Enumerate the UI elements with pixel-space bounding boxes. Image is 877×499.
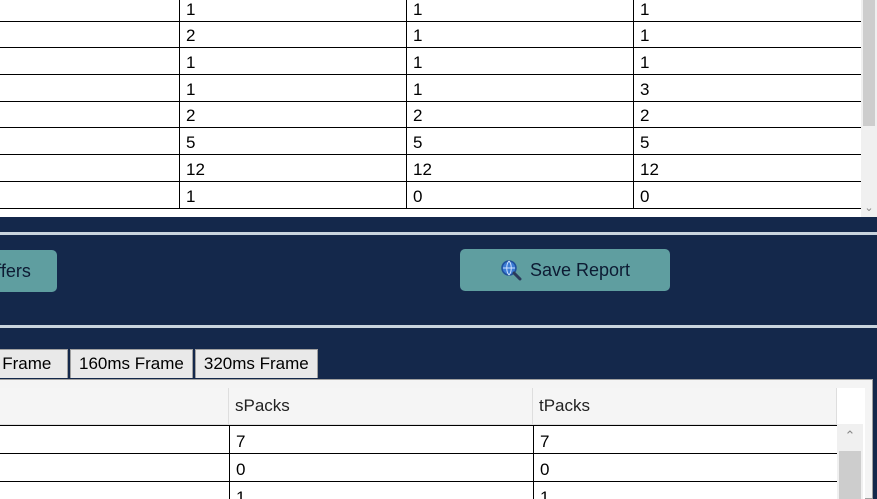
table-cell[interactable]: 1 — [633, 20, 862, 49]
table-row[interactable]: 555 — [0, 127, 862, 156]
bottom-grid-scrollbar[interactable]: ⌃ — [837, 424, 863, 499]
scrollbar-thumb[interactable] — [839, 451, 861, 499]
tab-label: s Frame — [0, 354, 52, 373]
table-cell[interactable]: 2 — [179, 20, 407, 49]
column-header-spacks[interactable]: sPacks — [229, 388, 533, 425]
table-cell[interactable] — [0, 0, 180, 22]
tab-label: 160ms Frame — [79, 354, 184, 373]
table-cell[interactable] — [0, 425, 230, 454]
table-cell[interactable]: 1 — [406, 20, 634, 49]
table-cell[interactable]: 12 — [406, 154, 634, 182]
header-label: sPacks — [235, 396, 290, 415]
table-cell[interactable]: 1 — [179, 74, 407, 102]
tab-320ms-frame[interactable]: 320ms Frame — [194, 349, 318, 378]
separator-band — [0, 217, 877, 233]
divider-line — [0, 325, 877, 328]
table-cell[interactable] — [0, 20, 180, 49]
table-cell[interactable]: 1 — [406, 74, 634, 102]
table-cell[interactable] — [0, 47, 180, 76]
table-cell[interactable]: 7 — [229, 425, 534, 454]
buffers-button[interactable]: ffers — [0, 250, 57, 292]
tab-80ms-frame[interactable]: s Frame — [0, 349, 68, 378]
table-cell[interactable]: 12 — [633, 154, 862, 182]
table-cell[interactable]: 1 — [633, 0, 862, 22]
table-row[interactable]: 211 — [0, 20, 862, 49]
top-data-grid: 1 1 1 2 1 1 1 1 1 1 1 3 2 2 2 5 5 5 12 12 12 1 0 0 — [0, 0, 877, 217]
table-cell[interactable]: 12 — [179, 154, 407, 182]
top-grid-scrollbar[interactable]: ⌄ — [861, 0, 877, 217]
table-cell[interactable]: 1 — [533, 481, 839, 499]
divider-line — [0, 232, 877, 235]
top-table: 1 1 1 2 1 1 1 1 1 1 1 3 2 2 2 5 5 5 12 12 12 1 0 0 — [0, 0, 862, 209]
search-globe-icon — [500, 259, 522, 281]
table-cell[interactable]: 1 — [406, 47, 634, 76]
table-row[interactable]: 222 — [0, 100, 862, 129]
table-row[interactable]: 111 — [0, 47, 862, 76]
table-cell[interactable] — [0, 154, 180, 182]
table-cell[interactable]: 2 — [633, 100, 862, 129]
table-cell[interactable]: 0 — [406, 180, 634, 209]
table-row[interactable]: 00 — [0, 453, 839, 482]
tab-160ms-frame[interactable]: 160ms Frame — [70, 349, 193, 378]
table-cell[interactable]: 0 — [633, 180, 862, 209]
frame-tabs: s Frame 160ms Frame 320ms Frame — [0, 349, 320, 379]
table-cell[interactable]: 0 — [229, 453, 534, 482]
table-cell[interactable] — [0, 127, 180, 156]
table-cell[interactable]: 1 — [406, 0, 634, 22]
table-cell[interactable]: 5 — [406, 127, 634, 156]
chevron-down-icon[interactable]: ⌄ — [861, 201, 877, 215]
table-cell[interactable]: 1 — [633, 47, 862, 76]
table-cell[interactable]: 3 — [633, 74, 862, 102]
table-row[interactable]: 111 — [0, 0, 862, 22]
table-row[interactable]: 11 — [0, 481, 839, 499]
tab-label: 320ms Frame — [203, 354, 309, 373]
table-cell[interactable] — [0, 453, 230, 482]
header-label: tPacks — [539, 396, 591, 415]
save-report-label: Save Report — [529, 259, 631, 280]
table-cell[interactable]: 1 — [229, 481, 534, 499]
chevron-up-icon[interactable]: ⌃ — [837, 428, 863, 444]
save-report-button[interactable]: Save Report — [460, 249, 670, 291]
buffers-button-label: ffers — [0, 260, 31, 281]
table-cell[interactable]: 0 — [533, 453, 839, 482]
table-cell[interactable]: 1 — [179, 180, 407, 209]
table-cell[interactable]: 2 — [406, 100, 634, 129]
table-cell[interactable]: 5 — [179, 127, 407, 156]
table-cell[interactable] — [0, 74, 180, 102]
bottom-table: 770011 — [0, 425, 839, 499]
table-row[interactable]: 12 12 12 — [0, 154, 862, 182]
table-cell[interactable]: 7 — [533, 425, 839, 454]
table-cell[interactable]: 5 — [633, 127, 862, 156]
table-cell[interactable] — [0, 481, 230, 499]
column-header-name[interactable] — [0, 388, 229, 425]
scrollbar-thumb[interactable] — [863, 0, 875, 126]
table-row[interactable]: 113 — [0, 74, 862, 102]
bottom-data-grid: sPacks tPacks 770011 — [0, 388, 865, 499]
table-row[interactable]: 77 — [0, 425, 839, 454]
table-cell[interactable] — [0, 100, 180, 129]
table-cell[interactable]: 2 — [179, 100, 407, 129]
table-row[interactable]: 100 — [0, 180, 862, 209]
table-cell[interactable] — [0, 180, 180, 209]
table-cell[interactable]: 1 — [179, 47, 407, 76]
column-header-tpacks[interactable]: tPacks — [533, 388, 837, 425]
table-cell[interactable]: 1 — [179, 0, 407, 22]
